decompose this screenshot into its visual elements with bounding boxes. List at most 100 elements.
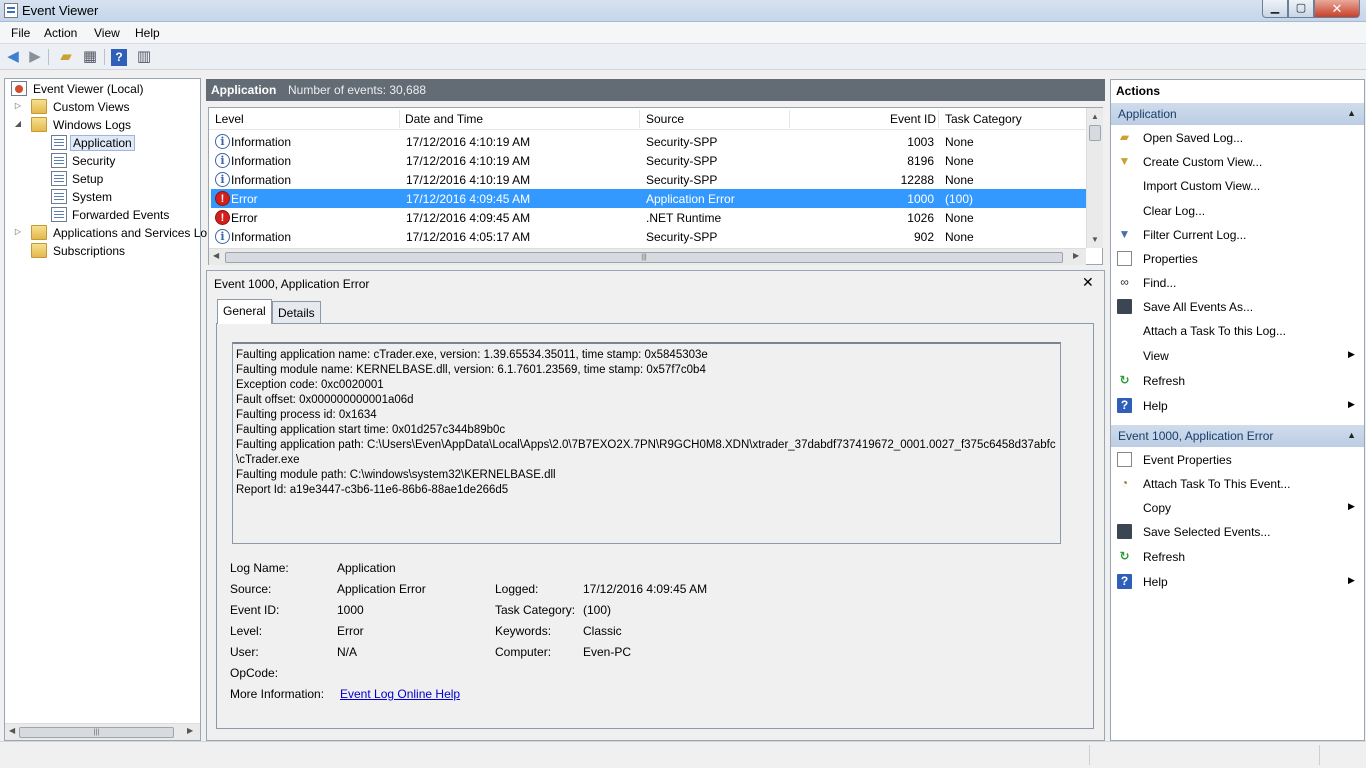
column-separator bbox=[639, 110, 640, 128]
binoculars-icon: ∞ bbox=[1120, 275, 1129, 289]
table-row[interactable]: i Information 17/12/2016 4:10:19 AM Secu… bbox=[211, 151, 1086, 170]
log-header: Application Number of events: 30,688 bbox=[206, 79, 1105, 101]
submenu-arrow-icon: ▶ bbox=[1348, 399, 1355, 409]
expand-arrow-icon[interactable]: ▷ bbox=[13, 101, 23, 110]
logged-value: 17/12/2016 4:09:45 AM bbox=[583, 582, 708, 596]
scrollbar-thumb[interactable] bbox=[1089, 125, 1101, 141]
action-open-saved-log[interactable]: ▰ Open Saved Log... bbox=[1111, 127, 1364, 149]
menu-view[interactable]: View bbox=[94, 26, 120, 40]
menu-action[interactable]: Action bbox=[44, 26, 77, 40]
scroll-up-icon[interactable]: ▲ bbox=[1091, 112, 1099, 121]
filter-icon: ▼ bbox=[1118, 154, 1131, 168]
refresh-icon: ↻ bbox=[1119, 373, 1130, 387]
event-detail-title: Event 1000, Application Error bbox=[214, 277, 370, 291]
action-attach-task-to-event[interactable]: ◔ Attach Task To This Event... bbox=[1111, 473, 1364, 495]
action-help-event[interactable]: ? Help ▶ bbox=[1111, 571, 1364, 593]
status-bar bbox=[0, 741, 1366, 768]
actions-section-application[interactable]: Application ▲ bbox=[1111, 103, 1364, 125]
column-source[interactable]: Source bbox=[646, 112, 684, 126]
column-level[interactable]: Level bbox=[215, 112, 244, 126]
action-filter-current-log[interactable]: ▼ Filter Current Log... bbox=[1111, 224, 1364, 246]
status-segment bbox=[1090, 745, 1320, 765]
scroll-right-icon[interactable]: ▶ bbox=[187, 726, 193, 735]
event-viewer-app-icon bbox=[4, 3, 18, 18]
window-title: Event Viewer bbox=[22, 3, 99, 18]
action-properties[interactable]: Properties bbox=[1111, 248, 1364, 270]
show-hide-tree-icon[interactable]: ▦ bbox=[80, 47, 100, 67]
show-hide-action-pane-icon[interactable]: ▥ bbox=[134, 47, 154, 67]
scroll-left-icon[interactable]: ◀ bbox=[9, 726, 15, 735]
back-arrow-icon[interactable]: ◀ bbox=[3, 47, 23, 67]
event-count: Number of events: 30,688 bbox=[288, 83, 427, 97]
event-list-vertical-scrollbar[interactable]: ▲ ▼ bbox=[1086, 108, 1103, 248]
collapse-caret-icon[interactable]: ▲ bbox=[1347, 430, 1356, 440]
open-folder-icon[interactable]: ▰ bbox=[56, 47, 76, 67]
collapse-caret-icon[interactable]: ▲ bbox=[1347, 108, 1356, 118]
tree-horizontal-scrollbar[interactable]: ◀ ||| ▶ bbox=[5, 723, 200, 740]
general-tab-body: Faulting application name: cTrader.exe, … bbox=[216, 323, 1094, 729]
navigation-tree: Event Viewer (Local) ▷ Custom Views ◢ Wi… bbox=[4, 78, 207, 741]
menu-help[interactable]: Help bbox=[135, 26, 160, 40]
column-event-id[interactable]: Event ID bbox=[890, 112, 936, 126]
action-import-custom-view[interactable]: Import Custom View... bbox=[1111, 175, 1364, 197]
tab-details[interactable]: Details bbox=[272, 301, 321, 323]
table-row[interactable]: i Information 17/12/2016 4:05:17 AM Secu… bbox=[211, 227, 1086, 245]
log-title: Application bbox=[211, 83, 277, 97]
table-row-selected[interactable]: ! Error 17/12/2016 4:09:45 AM Applicatio… bbox=[211, 189, 1086, 208]
table-row[interactable]: i Information 17/12/2016 4:10:19 AM Secu… bbox=[211, 132, 1086, 151]
information-icon: i bbox=[215, 134, 230, 149]
column-task-category[interactable]: Task Category bbox=[945, 112, 1022, 126]
table-row[interactable]: i Information 17/12/2016 4:10:19 AM Secu… bbox=[211, 170, 1086, 189]
action-help[interactable]: ? Help ▶ bbox=[1111, 395, 1364, 417]
task-icon: ◔ bbox=[1120, 476, 1129, 490]
action-create-custom-view[interactable]: ▼ Create Custom View... bbox=[1111, 151, 1364, 173]
action-save-selected-events[interactable]: Save Selected Events... bbox=[1111, 521, 1364, 543]
action-attach-task-to-log[interactable]: Attach a Task To this Log... bbox=[1111, 320, 1364, 342]
expand-arrow-icon[interactable]: ▷ bbox=[13, 227, 23, 236]
tab-general[interactable]: General bbox=[217, 299, 272, 324]
close-icon[interactable]: ✕ bbox=[1082, 274, 1094, 291]
action-refresh[interactable]: ↻ Refresh bbox=[1111, 370, 1364, 392]
scroll-right-icon[interactable]: ▶ bbox=[1073, 251, 1079, 260]
action-save-all-events[interactable]: Save All Events As... bbox=[1111, 296, 1364, 318]
event-id-label: Event ID: bbox=[230, 603, 280, 617]
minimize-button[interactable]: ▁ bbox=[1262, 0, 1288, 18]
menu-bar: File Action View Help bbox=[0, 22, 1366, 44]
scrollbar-thumb[interactable]: ||| bbox=[19, 727, 174, 738]
action-clear-log[interactable]: Clear Log... bbox=[1111, 200, 1364, 222]
column-separator bbox=[789, 110, 790, 128]
scrollbar-thumb[interactable]: ||| bbox=[225, 252, 1063, 263]
submenu-arrow-icon: ▶ bbox=[1348, 575, 1355, 585]
scroll-left-icon[interactable]: ◀ bbox=[213, 251, 219, 260]
help-icon[interactable]: ? bbox=[111, 49, 127, 66]
status-segment bbox=[0, 745, 1090, 765]
actions-pane: Actions Application ▲ ▰ Open Saved Log..… bbox=[1110, 79, 1365, 741]
collapse-arrow-icon[interactable]: ◢ bbox=[13, 119, 23, 128]
menu-file[interactable]: File bbox=[11, 26, 30, 40]
event-message[interactable]: Faulting application name: cTrader.exe, … bbox=[232, 342, 1061, 544]
action-view[interactable]: View ▶ bbox=[1111, 345, 1364, 367]
event-list-horizontal-scrollbar[interactable]: ◀ ||| ▶ bbox=[209, 248, 1086, 265]
error-icon: ! bbox=[215, 210, 230, 225]
event-log-online-help-link[interactable]: Event Log Online Help bbox=[340, 687, 460, 701]
toolbar-separator bbox=[104, 49, 105, 65]
close-window-button[interactable]: ✕ bbox=[1314, 0, 1360, 18]
action-find[interactable]: ∞ Find... bbox=[1111, 272, 1364, 294]
source-label: Source: bbox=[230, 582, 272, 596]
log-icon bbox=[51, 153, 67, 168]
title-bar: Event Viewer ▁ ▢ ✕ bbox=[0, 0, 1366, 22]
level-label: Level: bbox=[230, 624, 263, 638]
action-event-properties[interactable]: Event Properties bbox=[1111, 449, 1364, 471]
maximize-button[interactable]: ▢ bbox=[1288, 0, 1314, 18]
forward-arrow-icon[interactable]: ▶ bbox=[25, 47, 45, 67]
folder-icon bbox=[31, 225, 47, 240]
keywords-label: Keywords: bbox=[495, 624, 552, 638]
opcode-label: OpCode: bbox=[230, 666, 279, 680]
actions-section-event[interactable]: Event 1000, Application Error ▲ bbox=[1111, 425, 1364, 447]
table-row[interactable]: ! Error 17/12/2016 4:09:45 AM .NET Runti… bbox=[211, 208, 1086, 227]
column-date-time[interactable]: Date and Time bbox=[405, 112, 483, 126]
scroll-down-icon[interactable]: ▼ bbox=[1091, 235, 1099, 244]
action-copy[interactable]: Copy ▶ bbox=[1111, 497, 1364, 519]
information-icon: i bbox=[215, 229, 230, 244]
action-refresh-event[interactable]: ↻ Refresh bbox=[1111, 546, 1364, 568]
